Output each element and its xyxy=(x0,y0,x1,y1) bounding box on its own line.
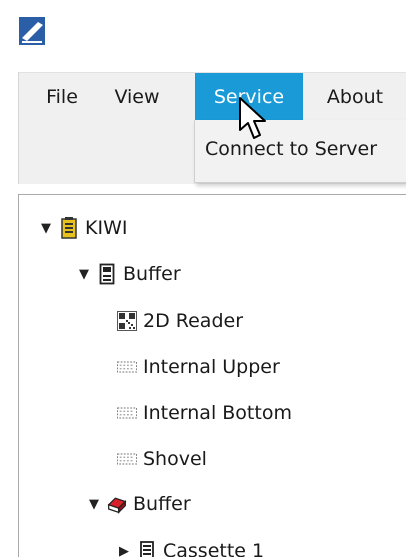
slot-rack-icon xyxy=(117,401,137,425)
tree-node-label: Cassette 1 xyxy=(163,540,264,557)
tree-node-label: Shovel xyxy=(143,448,207,470)
app-logo-icon xyxy=(18,16,46,46)
tree-node-label: 2D Reader xyxy=(143,310,243,332)
tree-node-kiwi[interactable]: ▼ KIWI xyxy=(39,213,127,243)
expand-arrow-icon[interactable]: ▼ xyxy=(77,267,91,282)
tree-node-shovel[interactable]: Shovel xyxy=(117,444,207,474)
tree-node-internal-upper[interactable]: Internal Upper xyxy=(117,352,280,382)
service-dropdown-menu: Connect to Server xyxy=(194,120,406,183)
buffer-stack-icon xyxy=(107,492,127,516)
tree-node-label: KIWI xyxy=(85,217,127,239)
tree-node-label: Internal Upper xyxy=(143,356,280,378)
tree-node-buffer-2[interactable]: ▼ Buffer xyxy=(87,489,191,519)
tree-node-internal-bottom[interactable]: Internal Bottom xyxy=(117,398,292,428)
tree-node-label: Internal Bottom xyxy=(143,402,292,424)
cassette-icon xyxy=(137,539,157,557)
menu-file[interactable]: File xyxy=(31,73,93,121)
menu-about[interactable]: About xyxy=(311,73,399,121)
menu-bar: File View Service About xyxy=(18,72,406,121)
slot-rack-icon xyxy=(117,447,137,471)
qr-code-icon xyxy=(117,309,137,333)
tree-node-buffer[interactable]: ▼ Buffer xyxy=(77,259,181,289)
buffer-device-icon xyxy=(97,262,117,286)
machine-icon xyxy=(59,216,79,240)
tree-node-label: Buffer xyxy=(133,493,191,515)
expand-arrow-icon[interactable]: ▼ xyxy=(39,221,53,236)
tree-node-2d-reader[interactable]: 2D Reader xyxy=(117,306,243,336)
title-bar xyxy=(0,0,406,72)
menu-service[interactable]: Service xyxy=(195,73,303,121)
collapse-arrow-icon[interactable]: ▶ xyxy=(117,544,131,557)
tree-node-cassette-1[interactable]: ▶ Cassette 1 xyxy=(117,536,264,557)
menu-item-connect-to-server[interactable]: Connect to Server xyxy=(205,138,377,160)
tree-node-label: Buffer xyxy=(123,263,181,285)
tree-view[interactable]: ▼ KIWI ▼ Buffer xyxy=(18,194,406,557)
expand-arrow-icon[interactable]: ▼ xyxy=(87,497,101,512)
menu-view[interactable]: View xyxy=(101,73,173,121)
slot-rack-icon xyxy=(117,355,137,379)
